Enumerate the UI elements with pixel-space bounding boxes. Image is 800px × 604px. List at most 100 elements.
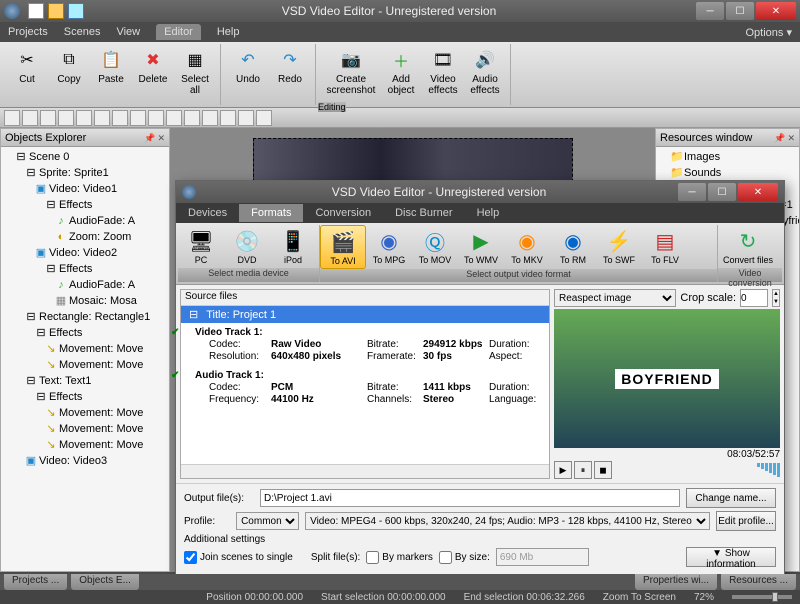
object-tree[interactable]: ⊟Scene 0 ⊟Sprite: Sprite1 ▣Video: Video1… — [1, 147, 169, 571]
stepper-icon[interactable]: ▲▼ — [772, 289, 780, 307]
device-dvd[interactable]: 💿DVD — [224, 225, 270, 268]
tab-conversion[interactable]: Conversion — [303, 204, 383, 222]
bysize-checkbox[interactable] — [439, 551, 452, 564]
convert-button[interactable]: ↻Convert files — [718, 225, 778, 268]
qa-new-icon[interactable] — [28, 3, 44, 19]
menu-projects[interactable]: Projects — [8, 26, 48, 38]
selectall-icon: ▦ — [183, 48, 207, 72]
mov-icon: Ⓠ — [419, 227, 451, 255]
tool-icon[interactable] — [148, 110, 164, 126]
close-button[interactable]: ✕ — [756, 2, 796, 20]
menu-view[interactable]: View — [116, 26, 140, 38]
menu-help[interactable]: Help — [217, 26, 240, 38]
qa-save-icon[interactable] — [68, 3, 84, 19]
close-panel-icon[interactable]: ✕ — [157, 133, 165, 143]
status-tab-projects[interactable]: Projects ... — [4, 574, 67, 590]
tool-icon[interactable] — [94, 110, 110, 126]
status-tab-objects[interactable]: Objects E... — [71, 574, 139, 590]
stop-button[interactable]: ◼ — [594, 461, 612, 479]
device-pc[interactable]: 🖥PC — [178, 225, 224, 268]
cropscale-input[interactable] — [740, 289, 768, 307]
minimize-button[interactable]: ─ — [696, 2, 724, 20]
tab-formats[interactable]: Formats — [239, 204, 303, 222]
dialog-max-button[interactable]: ☐ — [708, 183, 736, 201]
pin-icon[interactable]: 📌 — [774, 133, 785, 143]
add-object-button[interactable]: ＋Add object — [382, 46, 420, 98]
dialog-ribbon: 🖥PC 💿DVD 📱iPod Select media device 🎬To A… — [176, 223, 784, 285]
tool-icon[interactable] — [256, 110, 272, 126]
tool-icon[interactable] — [130, 110, 146, 126]
delete-button[interactable]: ✖Delete — [134, 46, 172, 87]
film-icon: 🎞 — [431, 48, 455, 72]
format-swf[interactable]: ⚡To SWF — [596, 225, 642, 269]
select-all-button[interactable]: ▦Select all — [176, 46, 214, 98]
zoom-slider[interactable] — [732, 595, 792, 599]
redo-button[interactable]: ↷Redo — [271, 46, 309, 87]
paste-button[interactable]: 📋Paste — [92, 46, 130, 87]
format-mov[interactable]: ⓆTo MOV — [412, 225, 458, 269]
pause-button[interactable]: ⏸ — [574, 461, 592, 479]
tool-icon[interactable] — [238, 110, 254, 126]
tool-icon[interactable] — [112, 110, 128, 126]
tool-icon[interactable] — [184, 110, 200, 126]
status-tab-properties[interactable]: Properties wi... — [635, 574, 717, 590]
format-mpg[interactable]: ◉To MPG — [366, 225, 412, 269]
reaspect-select[interactable]: Reaspect image — [554, 289, 676, 307]
tab-discburner[interactable]: Disc Burner — [383, 204, 464, 222]
format-avi[interactable]: 🎬To AVI — [320, 225, 366, 269]
format-rm[interactable]: ◉To RM — [550, 225, 596, 269]
tool-icon[interactable] — [220, 110, 236, 126]
app-logo-icon — [4, 3, 20, 19]
volume-indicator[interactable] — [757, 463, 780, 477]
menu-editor[interactable]: Editor — [156, 24, 201, 40]
menu-scenes[interactable]: Scenes — [64, 26, 101, 38]
source-files-list: Source files ⊟Title: Project 1 ✔Video Tr… — [180, 289, 550, 479]
time-display: 08:03/52:57 — [554, 448, 780, 461]
cropscale-label: Crop scale: — [680, 292, 736, 304]
profile-select-a[interactable]: Common — [236, 512, 299, 530]
app-title: VSD Video Editor - Unregistered version — [84, 4, 694, 18]
profile-select-b[interactable]: Video: MPEG4 - 600 kbps, 320x240, 24 fps… — [305, 512, 710, 530]
format-flv[interactable]: ▤To FLV — [642, 225, 688, 269]
tool-icon[interactable] — [76, 110, 92, 126]
close-panel-icon[interactable]: ✕ — [787, 133, 795, 143]
dialog-min-button[interactable]: ─ — [678, 183, 706, 201]
tool-icon[interactable] — [40, 110, 56, 126]
tool-icon[interactable] — [166, 110, 182, 126]
plus-icon: ＋ — [389, 48, 413, 72]
edit-profile-button[interactable]: Edit profile... — [716, 511, 776, 531]
status-tab-resources[interactable]: Resources ... — [721, 574, 796, 590]
dialog-titlebar[interactable]: VSD Video Editor - Unregistered version … — [176, 181, 784, 203]
tool-icon[interactable] — [4, 110, 20, 126]
tab-devices[interactable]: Devices — [176, 204, 239, 222]
join-checkbox[interactable] — [184, 551, 197, 564]
tab-help[interactable]: Help — [465, 204, 512, 222]
copy-button[interactable]: ⧉Copy — [50, 46, 88, 87]
qa-open-icon[interactable] — [48, 3, 64, 19]
undo-button[interactable]: ↶Undo — [229, 46, 267, 87]
format-mkv[interactable]: ◉To MKV — [504, 225, 550, 269]
format-wmv[interactable]: ▶To WMV — [458, 225, 504, 269]
preview-player[interactable]: BOYFRIEND — [554, 309, 780, 448]
pin-icon[interactable]: 📌 — [144, 133, 155, 143]
play-button[interactable]: ▶ — [554, 461, 572, 479]
show-info-button[interactable]: ▼ Show information — [686, 547, 776, 567]
wmv-icon: ▶ — [465, 227, 497, 255]
maximize-button[interactable]: ☐ — [726, 2, 754, 20]
dialog-close-button[interactable]: ✕ — [738, 183, 778, 201]
options-menu[interactable]: Options ▾ — [746, 26, 793, 39]
source-item[interactable]: ⊟Title: Project 1 — [181, 306, 549, 323]
audio-effects-button[interactable]: 🔊Audio effects — [466, 46, 504, 98]
tool-icon[interactable] — [58, 110, 74, 126]
change-name-button[interactable]: Change name... — [686, 488, 776, 508]
tool-icon[interactable] — [22, 110, 38, 126]
output-path-input[interactable] — [260, 489, 680, 507]
device-ipod[interactable]: 📱iPod — [270, 225, 316, 268]
cut-button[interactable]: ✂Cut — [8, 46, 46, 87]
video-effects-button[interactable]: 🎞Video effects — [424, 46, 462, 98]
bymarkers-checkbox[interactable] — [366, 551, 379, 564]
tool-icon[interactable] — [202, 110, 218, 126]
paste-icon: 📋 — [99, 48, 123, 72]
screenshot-button[interactable]: 📷Create screenshot — [324, 46, 378, 98]
scrollbar[interactable] — [181, 464, 549, 478]
